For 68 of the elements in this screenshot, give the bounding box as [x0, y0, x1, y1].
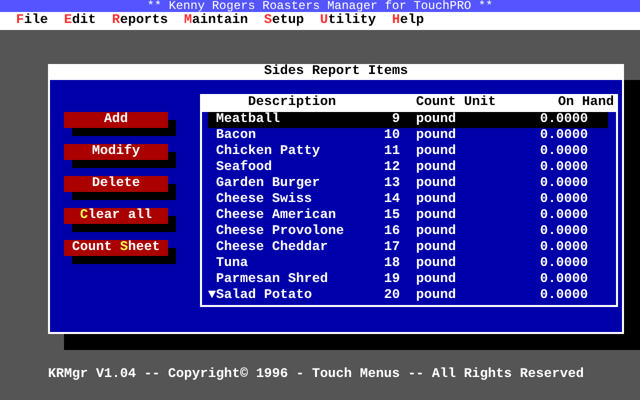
on-hand-cell-text: 0.0000 [539, 288, 589, 304]
on-hand-cell-text: 0.0000 [539, 256, 589, 272]
on-hand-cell-text: 0.0000 [539, 176, 589, 192]
unit-cell-text: pound [416, 160, 457, 176]
unit-cell-text: pound [416, 208, 457, 224]
item-description: Bacon [216, 128, 257, 144]
on-hand-cell-text: 0.0000 [539, 128, 589, 144]
selected-row[interactable]: Meatball 9 pound 0.0000 [208, 112, 608, 128]
menu-item[interactable]: Maintain [184, 13, 248, 29]
count-cell-text: 19 [383, 272, 400, 288]
action-button[interactable]: Add [64, 112, 168, 128]
count-cell-text: 17 [383, 240, 400, 256]
item-description: Cheese Provolone [216, 224, 345, 240]
unit-cell-text: pound [416, 240, 457, 256]
item-description: Meatball [216, 112, 281, 128]
on-hand-cell-text: 0.0000 [539, 112, 589, 128]
count-cell-text: 13 [383, 176, 400, 192]
action-button[interactable]: Count Sheet [64, 240, 168, 256]
column-header: Count Unit [416, 94, 497, 112]
menu-item[interactable]: Utility [320, 13, 376, 29]
on-hand-cell-text: 0.0000 [539, 208, 589, 224]
item-description: Chicken Patty [216, 144, 321, 160]
menu-item[interactable]: Help [392, 13, 424, 29]
count-cell-text: 12 [383, 160, 400, 176]
item-description: Salad Potato [216, 288, 313, 304]
item-description: Parmesan Shred [216, 272, 329, 288]
action-button[interactable]: Delete [64, 176, 168, 192]
on-hand-cell-text: 0.0000 [539, 240, 589, 256]
unit-cell-text: pound [416, 224, 457, 240]
count-cell-text: 9 [391, 112, 400, 128]
count-cell-text: 18 [383, 256, 400, 272]
unit-cell-text: pound [416, 272, 457, 288]
count-cell-text: 10 [383, 128, 400, 144]
count-cell-text: 16 [383, 224, 400, 240]
menu-item[interactable]: Reports [112, 13, 168, 29]
column-header: Description [247, 94, 337, 112]
action-button[interactable]: Clear all [64, 208, 168, 224]
unit-cell-text: pound [416, 288, 457, 304]
action-button[interactable]: Modify [64, 144, 168, 160]
on-hand-cell-text: 0.0000 [539, 272, 589, 288]
unit-cell-text: pound [416, 128, 457, 144]
copyright-text: KRMgr V1.04 -- Copyright© 1996 - Touch Menus -- All Rights Reserved [48, 367, 584, 382]
menu-item[interactable]: File [16, 13, 48, 29]
unit-cell-text: pound [416, 144, 457, 160]
item-description: Tuna [216, 256, 249, 272]
unit-cell-text: pound [416, 112, 457, 128]
window-title: ** Kenny Rogers Roasters Manager for TouchPRO ** [146, 0, 494, 12]
on-hand-cell-text: 0.0000 [539, 144, 589, 160]
unit-cell-text: pound [416, 256, 457, 272]
count-cell-text: 20 [383, 288, 400, 304]
column-header: On Hand [557, 94, 615, 112]
count-cell-text: 14 [383, 192, 400, 208]
item-description: Garden Burger [216, 176, 321, 192]
item-description: Cheese American [216, 208, 337, 224]
unit-cell-text: pound [416, 176, 457, 192]
menu-item[interactable]: Setup [264, 13, 304, 29]
item-description: Cheese Cheddar [216, 240, 329, 256]
on-hand-cell-text: 0.0000 [539, 160, 589, 176]
scroll-marker-icon: ▼ [208, 288, 216, 304]
item-description: Seafood [216, 160, 273, 176]
count-cell-text: 15 [383, 208, 400, 224]
on-hand-cell-text: 0.0000 [539, 192, 589, 208]
unit-cell-text: pound [416, 192, 457, 208]
item-description: Cheese Swiss [216, 192, 313, 208]
dialog-title: Sides Report Items [263, 64, 409, 80]
count-cell-text: 11 [383, 144, 400, 160]
menu-item[interactable]: Edit [64, 13, 96, 29]
on-hand-cell-text: 0.0000 [539, 224, 589, 240]
